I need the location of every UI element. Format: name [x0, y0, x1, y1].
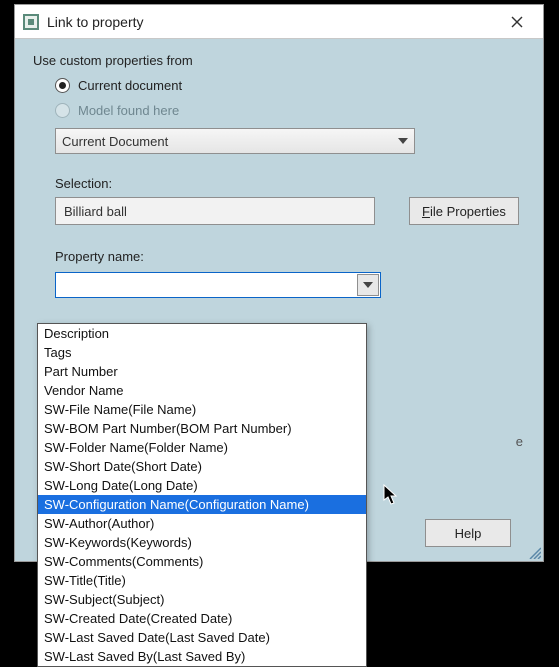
- dropdown-item[interactable]: SW-Subject(Subject): [38, 590, 366, 609]
- client-area: Use custom properties from Current docum…: [15, 39, 543, 298]
- selection-label: Selection:: [55, 176, 521, 191]
- selection-row: Billiard ball File Properties: [33, 197, 521, 225]
- dropdown-item[interactable]: SW-Keywords(Keywords): [38, 533, 366, 552]
- help-button[interactable]: Help: [425, 519, 511, 547]
- file-properties-button[interactable]: File Properties: [409, 197, 519, 225]
- help-label: Help: [455, 526, 482, 541]
- source-radio-group: Current document Model found here: [33, 78, 521, 118]
- dropdown-item[interactable]: Tags: [38, 343, 366, 362]
- file-properties-label: ile Properties: [430, 204, 506, 219]
- dropdown-item[interactable]: Part Number: [38, 362, 366, 381]
- obscured-text: e: [516, 434, 523, 449]
- selection-input[interactable]: Billiard ball: [55, 197, 375, 225]
- file-properties-accesskey: F: [422, 204, 430, 219]
- dropdown-item[interactable]: SW-BOM Part Number(BOM Part Number): [38, 419, 366, 438]
- chevron-down-icon: [363, 282, 373, 288]
- dropdown-item[interactable]: Description: [38, 324, 366, 343]
- dropdown-item[interactable]: SW-Last Saved By(Last Saved By): [38, 647, 366, 666]
- radio-model-label: Model found here: [78, 103, 179, 118]
- selection-value: Billiard ball: [64, 204, 127, 219]
- property-name-combo[interactable]: [55, 272, 381, 298]
- property-name-label: Property name:: [55, 249, 521, 264]
- dropdown-item[interactable]: SW-Configuration Name(Configuration Name…: [38, 495, 366, 514]
- use-custom-label: Use custom properties from: [33, 53, 521, 68]
- document-combo[interactable]: Current Document: [55, 128, 415, 154]
- dropdown-item[interactable]: Vendor Name: [38, 381, 366, 400]
- dropdown-item[interactable]: SW-Author(Author): [38, 514, 366, 533]
- dropdown-item[interactable]: SW-Title(Title): [38, 571, 366, 590]
- radio-icon: [55, 103, 70, 118]
- dropdown-item[interactable]: SW-File Name(File Name): [38, 400, 366, 419]
- dropdown-item[interactable]: SW-Folder Name(Folder Name): [38, 438, 366, 457]
- titlebar: Link to property: [15, 5, 543, 39]
- dropdown-item[interactable]: SW-Short Date(Short Date): [38, 457, 366, 476]
- property-combo-dropbutton[interactable]: [357, 274, 379, 296]
- radio-current-label: Current document: [78, 78, 182, 93]
- document-combo-value: Current Document: [62, 134, 168, 149]
- resize-grip[interactable]: [527, 545, 541, 559]
- close-icon: [511, 16, 523, 28]
- property-dropdown-list[interactable]: DescriptionTagsPart NumberVendor NameSW-…: [37, 323, 367, 667]
- radio-icon: [55, 78, 70, 93]
- dropdown-item[interactable]: SW-Long Date(Long Date): [38, 476, 366, 495]
- app-icon: [23, 14, 39, 30]
- dropdown-item[interactable]: SW-Comments(Comments): [38, 552, 366, 571]
- radio-model-found-here[interactable]: Model found here: [55, 103, 521, 118]
- dropdown-item[interactable]: SW-Created Date(Created Date): [38, 609, 366, 628]
- close-button[interactable]: [497, 8, 537, 36]
- chevron-down-icon: [398, 138, 408, 144]
- radio-current-document[interactable]: Current document: [55, 78, 521, 93]
- window-title: Link to property: [47, 14, 497, 30]
